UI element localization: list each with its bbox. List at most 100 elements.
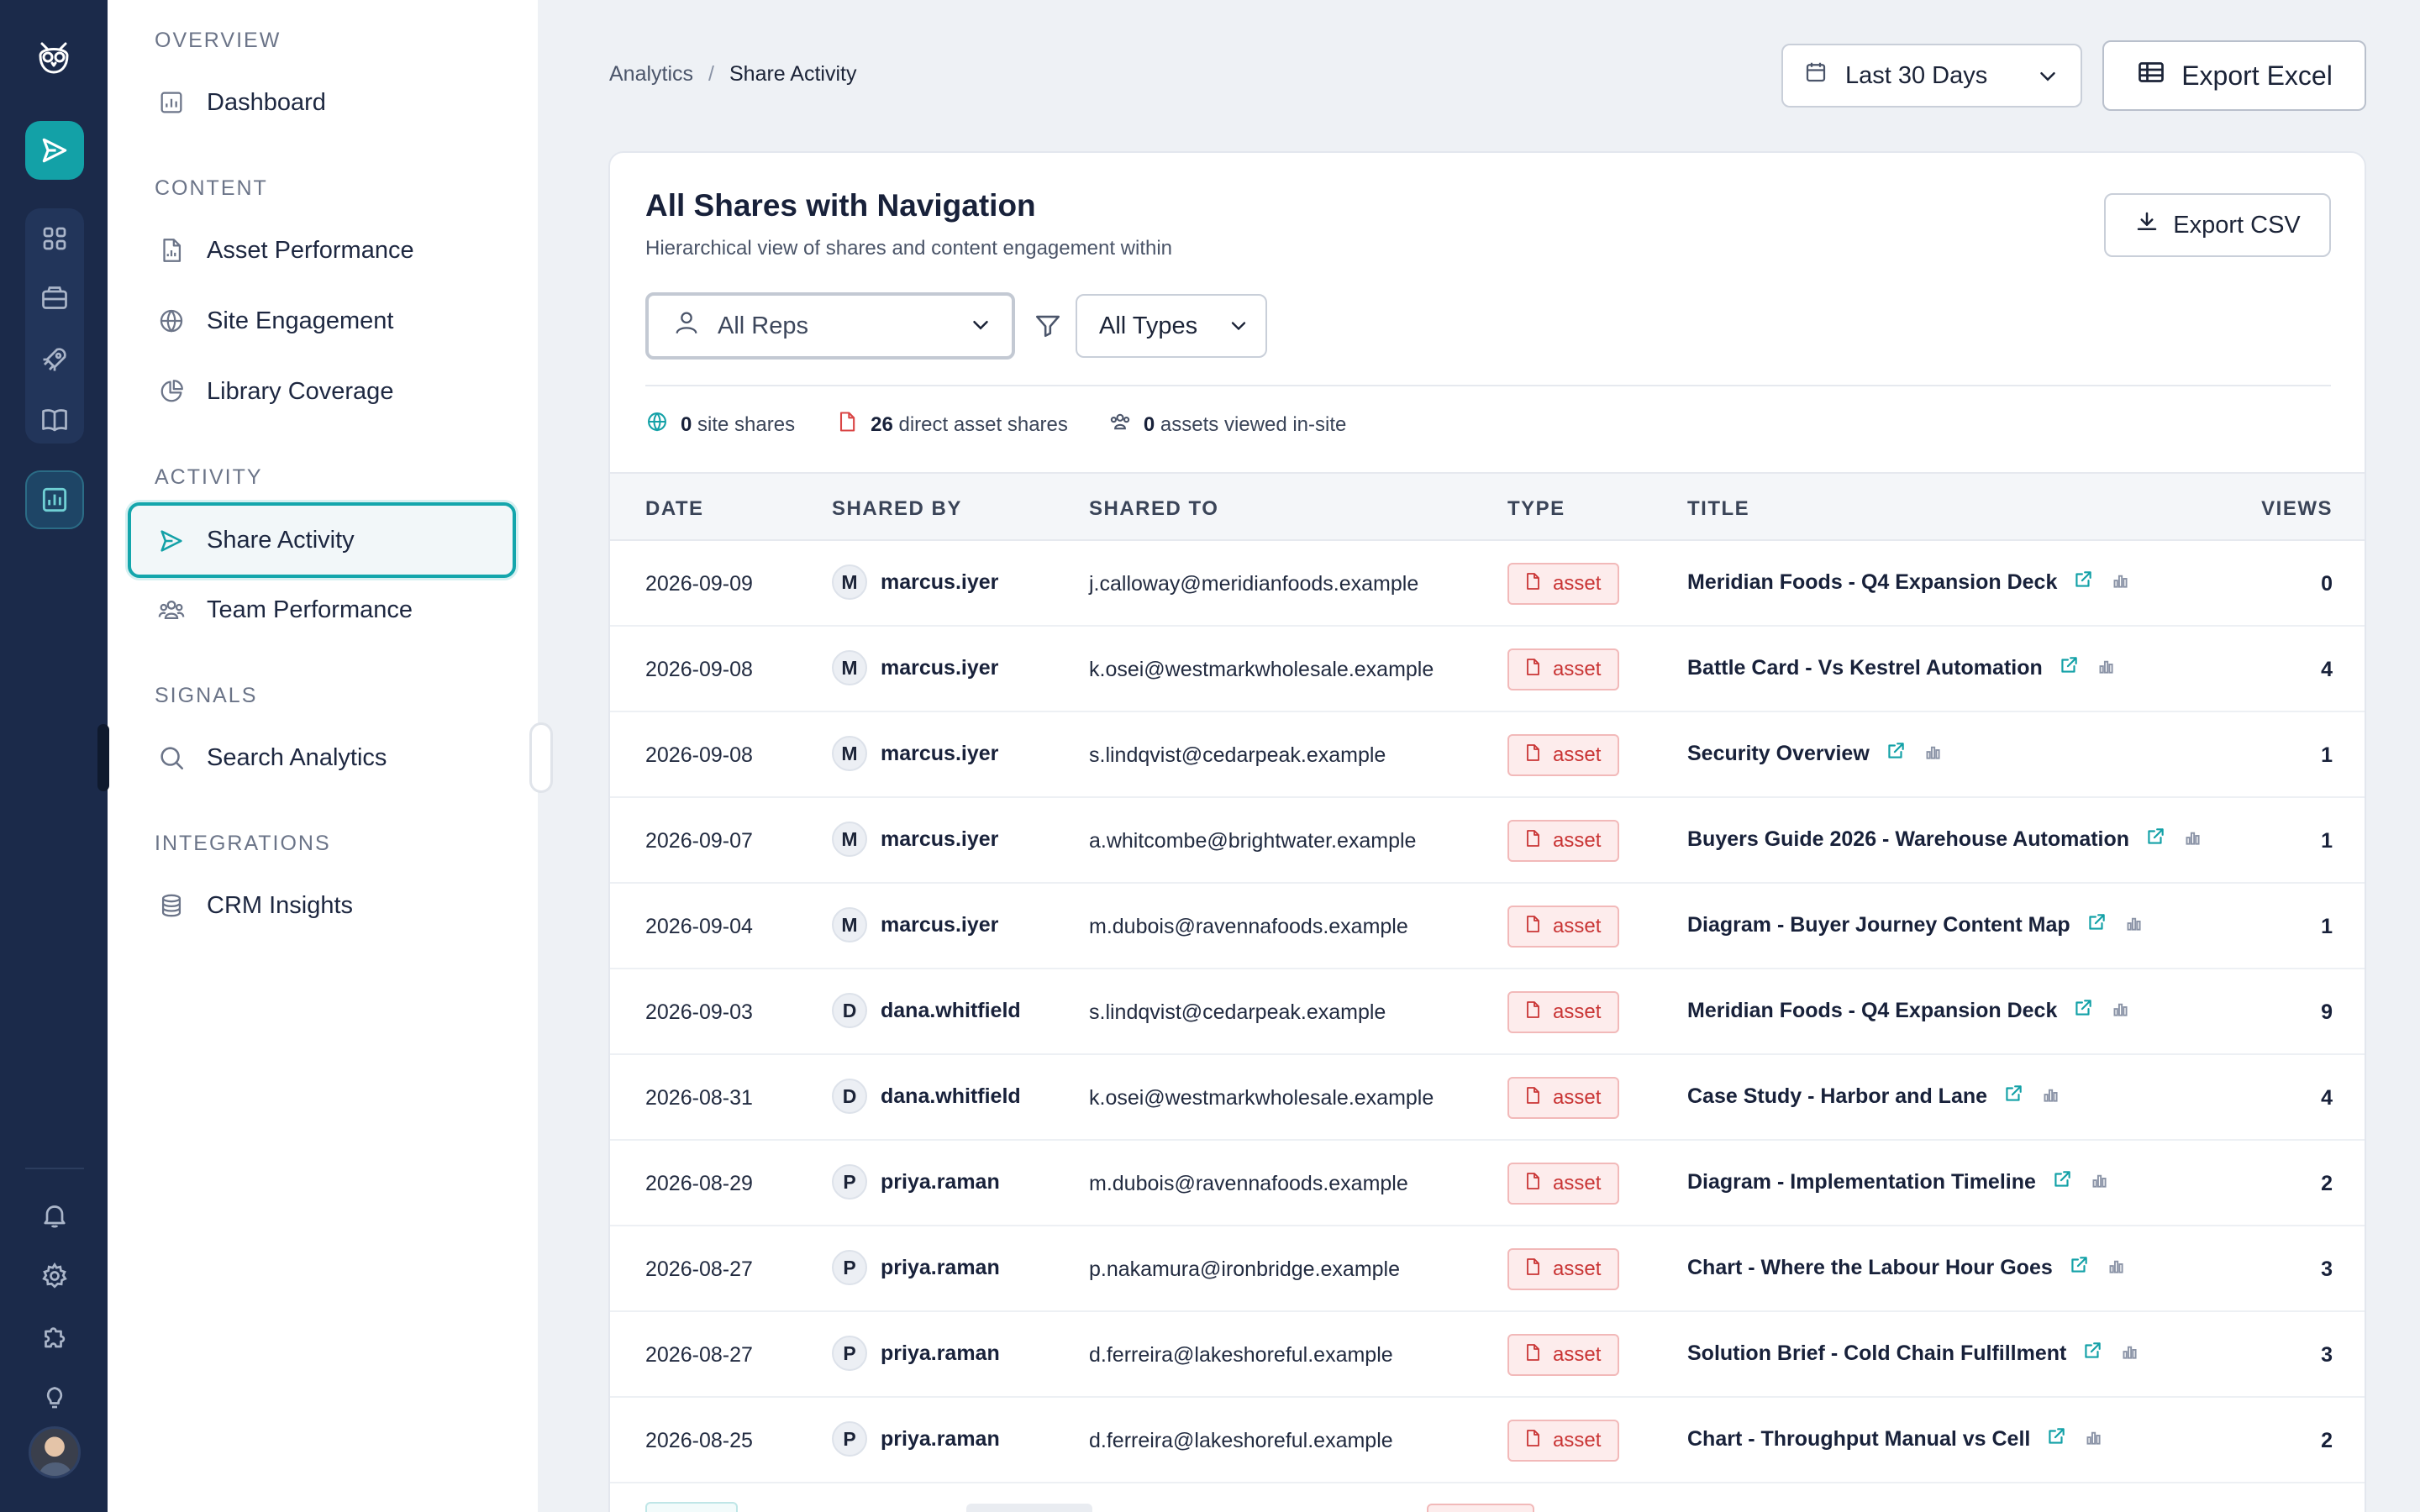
table-row[interactable]: 2026-08-31 D dana.whitfield k.osei@westm… (610, 1055, 2365, 1141)
rocket-icon[interactable] (37, 342, 72, 377)
external-link-icon[interactable] (2051, 1168, 2073, 1196)
column-header-shared-to[interactable]: SHARED TO (1089, 497, 1218, 521)
bell-icon[interactable] (37, 1198, 72, 1233)
export-excel-button[interactable]: Export Excel (2102, 40, 2366, 111)
analytics-nav-button[interactable] (25, 470, 84, 529)
external-link-icon[interactable] (2068, 1254, 2090, 1282)
row-views: 2 (2321, 1172, 2333, 1195)
table-row[interactable]: 2026-09-08 M marcus.iyer s.lindqvist@ced… (610, 712, 2365, 798)
asset-title[interactable]: Diagram - Implementation Timeline (1687, 1170, 2036, 1194)
row-type: asset (1507, 1077, 1620, 1119)
sidebar-item-label: Share Activity (207, 526, 355, 554)
bar-chart-icon[interactable] (2088, 1168, 2110, 1196)
document-icon (1523, 743, 1543, 769)
asset-title[interactable]: Security Overview (1687, 742, 1870, 766)
asset-title[interactable]: Chart - Where the Labour Hour Goes (1687, 1256, 2053, 1280)
external-link-icon[interactable] (2045, 1425, 2067, 1453)
export-csv-button[interactable]: Export CSV (2104, 193, 2331, 257)
row-shared-by: P priya.raman (832, 1164, 1000, 1200)
document-icon (1523, 1342, 1543, 1368)
table-row[interactable]: 2026-08-25 P priya.raman d.ferreira@lake… (610, 1398, 2365, 1483)
document-icon (835, 410, 859, 439)
type-filter-select[interactable]: All Types (1076, 294, 1267, 358)
row-type: asset (1507, 906, 1620, 948)
column-header-date[interactable]: DATE (645, 497, 704, 521)
bar-chart-icon[interactable] (2039, 1083, 2061, 1110)
bar-chart-icon[interactable] (2082, 1425, 2104, 1453)
row-date: 2026-08-25 (645, 1429, 753, 1452)
sidebar-resize-handle[interactable] (97, 724, 109, 791)
table-row[interactable]: 2026-09-09 M marcus.iyer j.calloway@meri… (610, 541, 2365, 627)
row-views: 1 (2321, 743, 2333, 767)
bar-chart-icon[interactable] (2095, 654, 2117, 682)
grid-icon[interactable] (37, 221, 72, 256)
sidebar-item-search-analytics[interactable]: Search Analytics (131, 722, 516, 793)
external-link-icon[interactable] (1885, 740, 1907, 768)
row-date: 2026-08-27 (645, 1257, 753, 1281)
gear-icon[interactable] (37, 1258, 72, 1294)
asset-title[interactable]: Diagram - Buyer Journey Content Map (1687, 913, 2070, 937)
asset-title[interactable]: Meridian Foods - Q4 Expansion Deck (1687, 570, 2057, 595)
asset-title[interactable]: Battle Card - Vs Kestrel Automation (1687, 656, 2043, 680)
date-range-select[interactable]: Last 30 Days (1781, 44, 2082, 108)
external-link-icon[interactable] (2058, 654, 2080, 682)
puzzle-icon[interactable] (37, 1319, 72, 1354)
book-icon[interactable] (37, 402, 72, 438)
sidebar-item-share-activity[interactable]: Share Activity (128, 502, 516, 578)
section-sidebar: OVERVIEW Dashboard CONTENT Asset Perform… (108, 0, 538, 1512)
owl-logo-icon[interactable] (34, 37, 74, 77)
column-header-views[interactable]: VIEWS (2261, 497, 2333, 521)
column-header-shared-by[interactable]: SHARED BY (832, 497, 962, 521)
user-avatar[interactable] (29, 1426, 81, 1478)
column-header-title[interactable]: TITLE (1687, 497, 1749, 521)
rep-filter-select[interactable]: All Reps (645, 292, 1015, 360)
table-row[interactable]: 2026-08-29 P priya.raman m.dubois@ravenn… (610, 1141, 2365, 1226)
bar-chart-icon[interactable] (2181, 826, 2203, 853)
external-link-icon[interactable] (2086, 911, 2107, 939)
external-link-icon[interactable] (2144, 826, 2166, 853)
section-label-signals: SIGNALS (155, 684, 258, 707)
pie-chart-icon (156, 376, 187, 407)
table-row[interactable]: 2026-09-03 D dana.whitfield s.lindqvist@… (610, 969, 2365, 1055)
bar-chart-icon[interactable] (2118, 1340, 2140, 1368)
external-link-icon[interactable] (2002, 1083, 2024, 1110)
user-icon (672, 308, 701, 344)
external-link-icon[interactable] (2072, 569, 2094, 596)
asset-title[interactable]: Chart - Throughput Manual vs Cell (1687, 1427, 2030, 1452)
external-link-icon[interactable] (2081, 1340, 2103, 1368)
column-header-type[interactable]: TYPE (1507, 497, 1565, 521)
type-badge-label: asset (1553, 658, 1602, 680)
table-row[interactable]: 2026-09-07 M marcus.iyer a.whitcombe@bri… (610, 798, 2365, 884)
asset-title[interactable]: Buyers Guide 2026 - Warehouse Automation (1687, 827, 2129, 852)
table-row[interactable]: 2026-09-04 M marcus.iyer m.dubois@ravenn… (610, 884, 2365, 969)
document-icon (1523, 1257, 1543, 1283)
row-type: asset (1507, 1248, 1620, 1290)
table-row[interactable]: 2026-08-27 P priya.raman d.ferreira@lake… (610, 1312, 2365, 1398)
breadcrumb-parent[interactable]: Analytics (609, 62, 693, 87)
sidebar-item-crm-insights[interactable]: CRM Insights (131, 870, 516, 941)
row-title: Diagram - Buyer Journey Content Map (1687, 911, 2144, 939)
sidebar-item-site-engagement[interactable]: Site Engagement (131, 286, 516, 356)
bar-chart-icon[interactable] (2109, 569, 2131, 596)
table-row[interactable]: 2026-09-08 M marcus.iyer k.osei@westmark… (610, 627, 2365, 712)
sidebar-item-team-performance[interactable]: Team Performance (131, 575, 516, 645)
inbox-icon[interactable] (37, 281, 72, 317)
sidebar-item-dashboard[interactable]: Dashboard (131, 67, 516, 138)
share-nav-button[interactable] (25, 121, 84, 180)
sidebar-item-asset-performance[interactable]: Asset Performance (131, 215, 516, 286)
bar-chart-icon[interactable] (2109, 997, 2131, 1025)
bar-chart-icon[interactable] (1922, 740, 1944, 768)
table-row[interactable]: 2026-08-27 P priya.raman p.nakamura@iron… (610, 1226, 2365, 1312)
asset-title[interactable]: Solution Brief - Cold Chain Fulfillment (1687, 1341, 2066, 1366)
asset-title[interactable]: Meridian Foods - Q4 Expansion Deck (1687, 999, 2057, 1023)
sidebar-item-library-coverage[interactable]: Library Coverage (131, 356, 516, 427)
rep-name: priya.raman (881, 1169, 1000, 1194)
bar-chart-icon[interactable] (2123, 911, 2144, 939)
external-link-icon[interactable] (2072, 997, 2094, 1025)
bar-chart-icon[interactable] (2105, 1254, 2127, 1282)
row-shared-by: D dana.whitfield (832, 993, 1021, 1028)
asset-title[interactable]: Case Study - Harbor and Lane (1687, 1084, 1987, 1109)
sidebar-collapse-handle[interactable] (529, 722, 553, 793)
filter-icon[interactable] (1034, 311, 1062, 339)
lightbulb-icon[interactable] (37, 1379, 72, 1415)
